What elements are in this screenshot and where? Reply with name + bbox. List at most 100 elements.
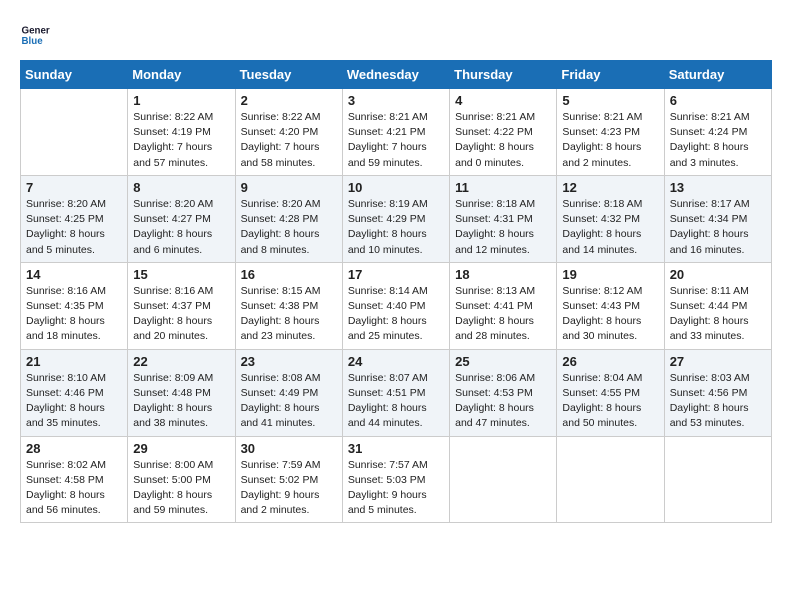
day-info-line: and 50 minutes. [562,416,658,431]
logo: General Blue [20,20,54,50]
svg-text:General: General [22,26,51,37]
day-info-line: Sunrise: 8:18 AM [455,197,551,212]
day-number: 22 [133,354,229,369]
day-info: Sunrise: 8:13 AMSunset: 4:41 PMDaylight:… [455,284,551,345]
day-info-line: Sunrise: 8:15 AM [241,284,337,299]
day-info-line: Sunrise: 8:14 AM [348,284,444,299]
day-info-line: Daylight: 8 hours [562,401,658,416]
calendar-cell: 6 Sunrise: 8:21 AMSunset: 4:24 PMDaylight… [664,89,771,176]
calendar-cell: 15Sunrise: 8:16 AMSunset: 4:37 PMDayligh… [128,262,235,349]
calendar-cell: 2 Sunrise: 8:22 AMSunset: 4:20 PMDaylight… [235,89,342,176]
day-number: 16 [241,267,337,282]
day-info-line: Sunrise: 8:21 AM [348,110,444,125]
day-info: Sunrise: 8:17 AMSunset: 4:34 PMDaylight:… [670,197,766,258]
calendar-cell: 7Sunrise: 8:20 AMSunset: 4:25 PMDaylight… [21,175,128,262]
day-info-line: and 44 minutes. [348,416,444,431]
day-info-line: Sunrise: 8:07 AM [348,371,444,386]
day-info-line: Sunrise: 8:21 AM [455,110,551,125]
header-friday: Friday [557,61,664,89]
calendar-cell: 21 Sunrise: 8:10 AMSunset: 4:46 PMDayligh… [21,349,128,436]
day-info-line: Daylight: 8 hours [348,227,444,242]
day-info-line: Daylight: 8 hours [26,488,122,503]
calendar-cell: 31Sunrise: 7:57 AMSunset: 5:03 PMDayligh… [342,436,449,523]
day-info-line: Daylight: 8 hours [670,140,766,155]
day-info: Sunrise: 8:11 AMSunset: 4:44 PMDaylight:… [670,284,766,345]
day-info: Sunrise: 8:22 AMSunset: 4:20 PMDaylight:… [241,110,337,171]
day-info-line: Daylight: 8 hours [348,314,444,329]
day-info-line: Sunset: 4:43 PM [562,299,658,314]
calendar-cell: 16 Sunrise: 8:15 AMSunset: 4:38 PMDayligh… [235,262,342,349]
day-info-line: and 8 minutes. [241,243,337,258]
day-info-line: Daylight: 8 hours [562,140,658,155]
day-info-line: Sunrise: 8:19 AM [348,197,444,212]
calendar-cell: 10Sunrise: 8:19 AMSunset: 4:29 PMDayligh… [342,175,449,262]
week-row-4: 21 Sunrise: 8:10 AMSunset: 4:46 PMDayligh… [21,349,772,436]
header-monday: Monday [128,61,235,89]
day-info-line: Sunset: 4:29 PM [348,212,444,227]
day-info: Sunrise: 8:18 AMSunset: 4:31 PMDaylight:… [455,197,551,258]
day-info-line: Daylight: 8 hours [241,401,337,416]
day-info-line: and 5 minutes. [26,243,122,258]
day-info-line: Daylight: 8 hours [670,401,766,416]
day-info: Sunrise: 8:09 AMSunset: 4:48 PMDaylight:… [133,371,229,432]
header-wednesday: Wednesday [342,61,449,89]
day-info: Sunrise: 8:10 AMSunset: 4:46 PMDaylight:… [26,371,122,432]
day-info-line: and 2 minutes. [241,503,337,518]
day-info-line: and 58 minutes. [241,156,337,171]
day-info-line: Sunset: 4:27 PM [133,212,229,227]
day-info-line: Daylight: 9 hours [241,488,337,503]
calendar-cell: 3Sunrise: 8:21 AMSunset: 4:21 PMDaylight… [342,89,449,176]
day-info-line: and 6 minutes. [133,243,229,258]
day-info-line: Sunrise: 8:04 AM [562,371,658,386]
day-info-line: Sunset: 4:19 PM [133,125,229,140]
calendar-cell: 8Sunrise: 8:20 AMSunset: 4:27 PMDaylight… [128,175,235,262]
day-number: 6 [670,93,766,108]
header-tuesday: Tuesday [235,61,342,89]
day-info-line: Daylight: 8 hours [241,314,337,329]
day-info: Sunrise: 8:20 AMSunset: 4:25 PMDaylight:… [26,197,122,258]
day-info-line: Daylight: 8 hours [133,401,229,416]
day-info-line: Daylight: 8 hours [455,140,551,155]
header-row: SundayMondayTuesdayWednesdayThursdayFrid… [21,61,772,89]
day-info-line: Sunset: 4:24 PM [670,125,766,140]
day-info: Sunrise: 8:19 AMSunset: 4:29 PMDaylight:… [348,197,444,258]
calendar-cell: 9Sunrise: 8:20 AMSunset: 4:28 PMDaylight… [235,175,342,262]
day-info-line: Sunset: 4:56 PM [670,386,766,401]
day-number: 2 [241,93,337,108]
day-number: 17 [348,267,444,282]
day-info-line: and 16 minutes. [670,243,766,258]
day-info: Sunrise: 8:03 AMSunset: 4:56 PMDaylight:… [670,371,766,432]
calendar-cell: 19Sunrise: 8:12 AMSunset: 4:43 PMDayligh… [557,262,664,349]
week-row-1: 1Sunrise: 8:22 AMSunset: 4:19 PMDaylight… [21,89,772,176]
day-info-line: Sunrise: 8:09 AM [133,371,229,386]
day-info-line: Sunrise: 8:06 AM [455,371,551,386]
day-info-line: Sunrise: 8:21 AM [670,110,766,125]
day-info-line: and 20 minutes. [133,329,229,344]
day-number: 8 [133,180,229,195]
day-info: Sunrise: 8:06 AMSunset: 4:53 PMDaylight:… [455,371,551,432]
day-info: Sunrise: 8:21 AMSunset: 4:21 PMDaylight:… [348,110,444,171]
day-info-line: and 14 minutes. [562,243,658,258]
day-number: 21 [26,354,122,369]
calendar-cell: 4Sunrise: 8:21 AMSunset: 4:22 PMDaylight… [450,89,557,176]
day-info-line: Sunset: 4:38 PM [241,299,337,314]
day-info-line: Sunrise: 8:16 AM [26,284,122,299]
day-number: 11 [455,180,551,195]
calendar-cell: 28Sunrise: 8:02 AMSunset: 4:58 PMDayligh… [21,436,128,523]
day-number: 31 [348,441,444,456]
day-info-line: Sunrise: 8:02 AM [26,458,122,473]
calendar-cell: 25Sunrise: 8:06 AMSunset: 4:53 PMDayligh… [450,349,557,436]
calendar-cell: 13Sunrise: 8:17 AMSunset: 4:34 PMDayligh… [664,175,771,262]
day-info-line: Sunrise: 8:22 AM [241,110,337,125]
calendar-cell [450,436,557,523]
day-number: 23 [241,354,337,369]
day-info-line: Sunrise: 8:13 AM [455,284,551,299]
day-info-line: Sunset: 4:32 PM [562,212,658,227]
day-info-line: Sunrise: 8:03 AM [670,371,766,386]
calendar-cell [557,436,664,523]
day-info-line: Sunset: 4:31 PM [455,212,551,227]
day-info-line: Daylight: 7 hours [133,140,229,155]
day-info-line: Sunset: 4:48 PM [133,386,229,401]
day-info-line: Daylight: 9 hours [348,488,444,503]
day-info: Sunrise: 8:18 AMSunset: 4:32 PMDaylight:… [562,197,658,258]
